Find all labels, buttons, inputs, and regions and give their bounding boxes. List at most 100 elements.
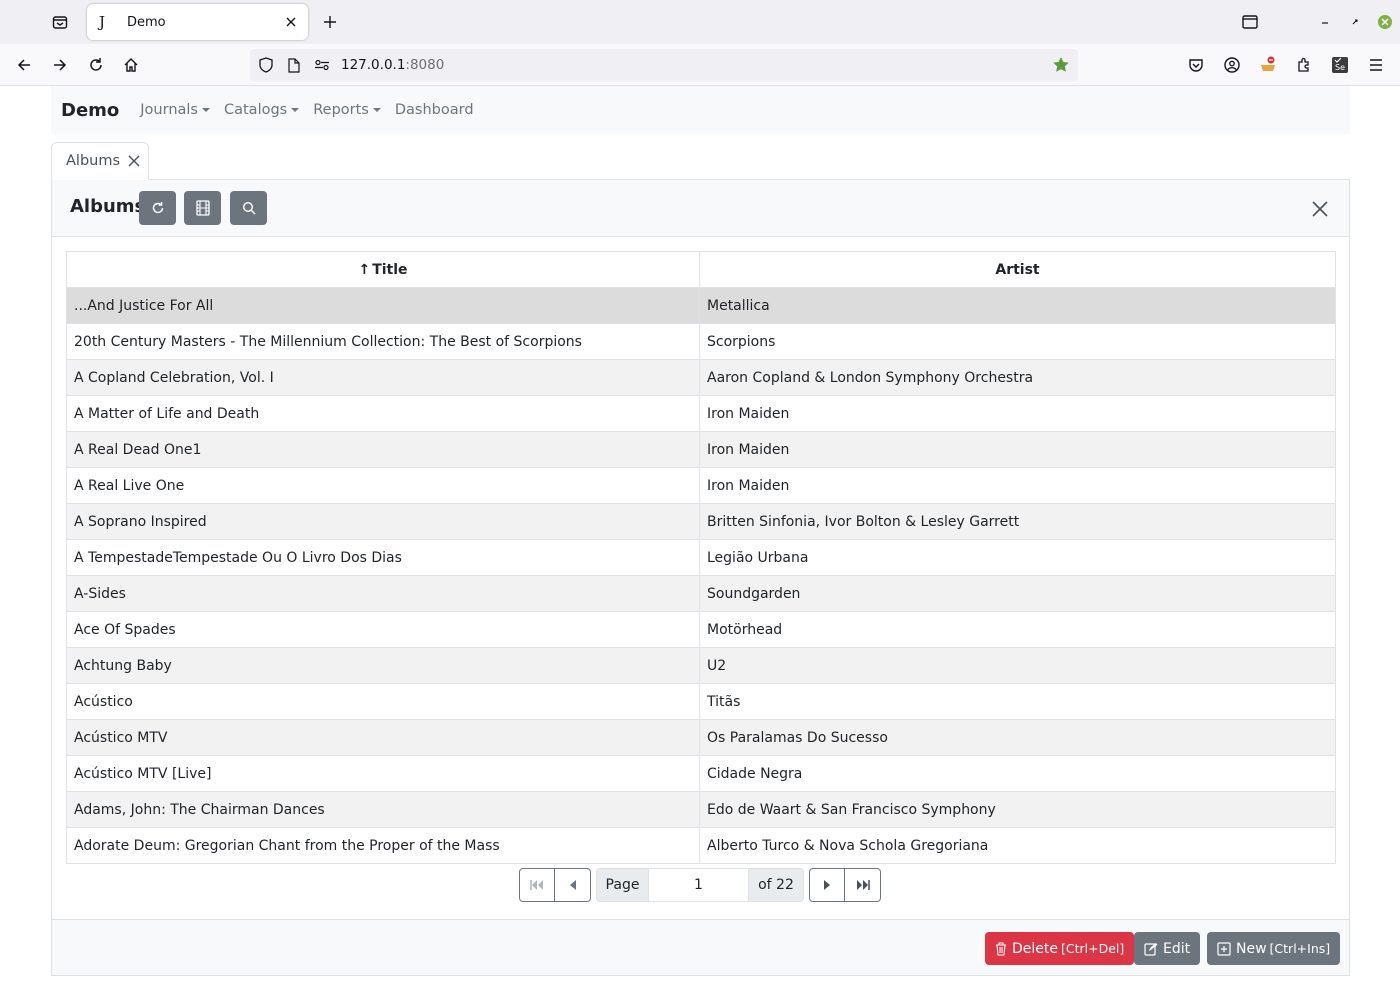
home-icon[interactable] (119, 53, 143, 77)
menu-journals[interactable]: Journals (140, 102, 210, 118)
first-page-icon (530, 880, 543, 890)
column-header-artist[interactable]: Artist (699, 251, 1336, 288)
close-tab-icon[interactable] (127, 154, 141, 168)
close-icon[interactable] (1309, 198, 1331, 220)
cell-artist: Titãs (699, 683, 1336, 720)
cell-title: Acústico (66, 683, 700, 720)
panel-header: Albums (52, 180, 1349, 237)
prev-page-button[interactable] (555, 868, 591, 902)
back-icon[interactable] (12, 53, 36, 77)
table-row[interactable]: A Real Live One Iron Maiden (66, 467, 1336, 504)
cell-artist: Alberto Turco & Nova Schola Gregoriana (699, 827, 1336, 864)
table-row[interactable]: Acústico MTV Os Paralamas Do Sucesso (66, 719, 1336, 756)
table-row[interactable]: A TempestadeTempestade Ou O Livro Dos Di… (66, 539, 1336, 576)
albums-table: ↑ Title Artist ...And Justice For All Meta… (66, 251, 1336, 864)
last-page-button[interactable] (845, 868, 881, 902)
menu-reports[interactable]: Reports (313, 102, 381, 118)
minimize-icon[interactable] (1313, 10, 1337, 34)
view-button[interactable] (184, 191, 221, 225)
url-text: 127.0.0.1:8080 (341, 57, 445, 73)
plus-square-icon (1217, 941, 1231, 956)
table-row[interactable]: Acústico Titãs (66, 683, 1336, 720)
new-tab-icon[interactable] (318, 10, 342, 34)
cell-title: Adorate Deum: Gregorian Chant from the P… (66, 827, 700, 864)
film-icon (195, 200, 210, 216)
permissions-icon[interactable] (313, 56, 331, 74)
svg-text:Se: Se (1335, 63, 1345, 72)
table-row[interactable]: 20th Century Masters - The Millennium Co… (66, 323, 1336, 360)
page-label: Page (596, 868, 649, 902)
cell-artist: Edo de Waart & San Francisco Symphony (699, 791, 1336, 828)
bookmark-star-icon[interactable] (1052, 56, 1070, 74)
search-button[interactable] (230, 191, 267, 225)
first-page-button[interactable] (519, 868, 555, 902)
table-row[interactable]: Acústico MTV [Live] Cidade Negra (66, 755, 1336, 792)
pagination: Page 1 of 22 (519, 868, 881, 902)
cell-artist: Legião Urbana (699, 539, 1336, 576)
table-row[interactable]: ...And Justice For All Metallica (66, 287, 1336, 324)
page-icon[interactable] (285, 56, 303, 74)
delete-button[interactable]: Delete [Ctrl+Del] (985, 932, 1135, 965)
cell-title: A Real Dead One1 (66, 431, 700, 468)
url-bar[interactable]: 127.0.0.1:8080 (250, 49, 1078, 81)
forward-icon[interactable] (48, 53, 72, 77)
menu-icon[interactable] (1364, 53, 1388, 77)
menu-dashboard[interactable]: Dashboard (395, 102, 474, 118)
restore-icon[interactable] (1343, 10, 1367, 34)
search-icon (242, 201, 256, 215)
table-row[interactable]: Adorate Deum: Gregorian Chant from the P… (66, 827, 1336, 864)
cell-artist: Metallica (699, 287, 1336, 324)
albums-panel: Albums ↑ Title Artist ...And Justice For … (51, 179, 1350, 976)
table-row[interactable]: Achtung Baby U2 (66, 647, 1336, 684)
cell-artist: Iron Maiden (699, 431, 1336, 468)
edit-button[interactable]: Edit (1134, 932, 1201, 965)
last-page-icon (856, 880, 870, 890)
window-icon[interactable] (1238, 10, 1262, 34)
table-row[interactable]: A-Sides Soundgarden (66, 575, 1336, 612)
account-icon[interactable] (1220, 53, 1244, 77)
table-row[interactable]: Ace Of Spades Motörhead (66, 611, 1336, 648)
table-row[interactable]: Adams, John: The Chairman Dances Edo de W… (66, 791, 1336, 828)
extensions-icon[interactable] (1292, 53, 1316, 77)
chevron-down-icon (372, 108, 381, 112)
table-row[interactable]: A Real Dead One1 Iron Maiden (66, 431, 1336, 468)
pocket-icon[interactable] (1184, 53, 1208, 77)
tab-close-icon[interactable] (282, 13, 300, 31)
cell-title: Adams, John: The Chairman Dances (66, 791, 700, 828)
panel-footer: Delete [Ctrl+Del] Edit New [Ctrl+Ins] (52, 919, 1349, 975)
table-row[interactable]: A Matter of Life and Death Iron Maiden (66, 395, 1336, 432)
edit-icon (1144, 942, 1158, 956)
close-window-icon[interactable] (1373, 10, 1397, 34)
reload-icon[interactable] (84, 53, 108, 77)
table-row[interactable]: A Copland Celebration, Vol. I Aaron Copla… (66, 359, 1336, 396)
selenium-icon[interactable]: Se (1328, 53, 1352, 77)
cell-title: Acústico MTV (66, 719, 700, 756)
cell-artist: Motörhead (699, 611, 1336, 648)
refresh-icon (152, 202, 163, 214)
cell-artist: Iron Maiden (699, 395, 1336, 432)
next-page-button[interactable] (809, 868, 845, 902)
cell-title: Ace Of Spades (66, 611, 700, 648)
app-brand[interactable]: Demo (61, 100, 119, 121)
table-row[interactable]: A Soprano Inspired Britten Sinfonia, Ivor… (66, 503, 1336, 540)
refresh-button[interactable] (139, 191, 176, 225)
tab-albums[interactable]: Albums (51, 142, 149, 180)
cell-title: Achtung Baby (66, 647, 700, 684)
menu-catalogs[interactable]: Catalogs (224, 102, 300, 118)
browser-tab[interactable]: J Demo (87, 4, 308, 40)
new-button[interactable]: New [Ctrl+Ins] (1207, 932, 1341, 965)
sort-asc-icon: ↑ (358, 261, 371, 278)
cell-title: 20th Century Masters - The Millennium Co… (66, 323, 700, 360)
column-header-title[interactable]: ↑ Title (66, 251, 700, 288)
cell-artist: Soundgarden (699, 575, 1336, 612)
shield-icon[interactable] (257, 56, 275, 74)
extension-badge-icon[interactable] (1256, 53, 1280, 77)
cell-title: ...And Justice For All (66, 287, 700, 324)
chevron-down-icon (291, 108, 300, 112)
page-input[interactable]: 1 (649, 868, 748, 902)
prev-page-icon (569, 880, 576, 890)
panel-title: Albums (70, 196, 146, 217)
cell-title: A Copland Celebration, Vol. I (66, 359, 700, 396)
cell-title: A Matter of Life and Death (66, 395, 700, 432)
tab-list-icon[interactable] (46, 10, 74, 34)
